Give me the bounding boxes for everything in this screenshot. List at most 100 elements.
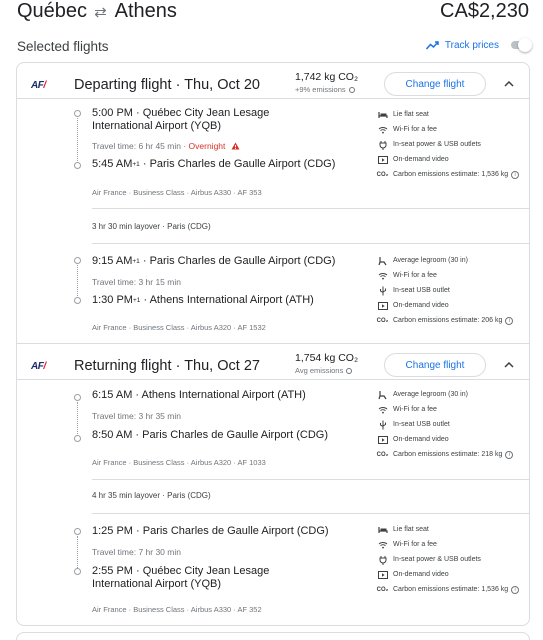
- co2-icon: CO₂: [376, 171, 389, 178]
- amenity-item: Wi-Fi for a fee: [377, 402, 537, 417]
- divider: [92, 243, 529, 244]
- info-icon[interactable]: i: [511, 585, 520, 594]
- track-prices[interactable]: Track prices: [425, 38, 533, 52]
- route-title: Québec ⇄ Athens: [17, 0, 177, 23]
- lie-flat-seat-icon: [377, 524, 388, 535]
- amenity-item: Average legroom (30 in): [377, 387, 537, 402]
- leg-duration: Travel time: 3 hr 15 min: [92, 277, 181, 287]
- video-icon: [377, 300, 388, 311]
- amenity-item: Wi-Fi for a fee: [377, 122, 537, 137]
- power-outlet-icon: [377, 139, 388, 150]
- leg-duration: Travel time: 7 hr 30 min: [92, 547, 181, 557]
- amenities-list: Average legroom (30 in) Wi-Fi for a fee …: [377, 387, 537, 462]
- air-france-logo: AF/: [31, 361, 46, 372]
- info-icon[interactable]: i: [505, 316, 514, 325]
- divider: [92, 479, 529, 480]
- leg-duration: Travel time: 3 hr 35 min: [92, 411, 181, 421]
- amenity-item: In-seat USB outlet: [377, 283, 537, 298]
- collapse-chevron-icon[interactable]: [500, 75, 518, 93]
- selected-flights-header: Selected flights Track prices: [17, 37, 533, 57]
- trip-header: Québec ⇄ Athens CA$2,230: [0, 0, 543, 30]
- amenities-list: Lie flat seat Wi-Fi for a fee In-seat po…: [377, 107, 537, 182]
- arrival-dot: [74, 162, 81, 169]
- info-icon[interactable]: [346, 367, 353, 374]
- divider: [17, 343, 529, 344]
- info-icon[interactable]: i: [511, 170, 520, 179]
- destination-city: Athens: [114, 0, 177, 22]
- route-line: [77, 118, 78, 163]
- leg-departure: 9:15 AM+1 · Paris Charles de Gaulle Airp…: [92, 255, 336, 267]
- divider: [17, 379, 529, 380]
- amenity-item: CO₂ Carbon emissions estimate: 1,536 kg i: [377, 582, 537, 597]
- route-line: [77, 402, 78, 436]
- emissions-value: 1,754 kg CO₂: [295, 352, 359, 364]
- wifi-icon: [377, 404, 388, 415]
- co2-icon: CO₂: [376, 586, 389, 593]
- amenity-item: Average legroom (30 in): [377, 253, 537, 268]
- collapse-chevron-icon[interactable]: [500, 356, 518, 374]
- departure-dot: [74, 257, 81, 264]
- video-icon: [377, 434, 388, 445]
- departure-dot: [74, 110, 81, 117]
- air-france-logo: AF/: [31, 80, 46, 91]
- emissions-value: 1,742 kg CO₂: [295, 71, 359, 83]
- departure-dot: [74, 394, 81, 401]
- change-departing-flight-button[interactable]: Change flight: [384, 72, 486, 96]
- divider: [17, 98, 529, 99]
- amenity-item: CO₂ Carbon emissions estimate: 1,536 kg i: [377, 167, 537, 182]
- arrival-dot: [74, 435, 81, 442]
- toggle-knob: [518, 38, 532, 52]
- amenity-item: In-seat USB outlet: [377, 417, 537, 432]
- departing-emissions: 1,742 kg CO₂ +9% emissions: [295, 71, 358, 94]
- origin-city: Québec: [17, 0, 88, 22]
- legroom-icon: [377, 389, 388, 400]
- legroom-icon: [377, 255, 388, 266]
- overnight-label: Overnight: [188, 141, 226, 151]
- layover-info: 3 hr 30 min layover · Paris (CDG): [92, 222, 211, 231]
- layover-info: 4 hr 35 min layover · Paris (CDG): [92, 491, 211, 500]
- lie-flat-seat-icon: [377, 109, 388, 120]
- divider: [92, 513, 529, 514]
- usb-icon: [377, 285, 388, 296]
- next-panel-edge: [16, 632, 530, 640]
- info-icon[interactable]: i: [505, 450, 514, 459]
- leg-departure: 5:00 PM · Québec City Jean Lesage Intern…: [92, 107, 270, 132]
- amenity-item: Wi-Fi for a fee: [377, 537, 537, 552]
- amenity-item: On-demand video: [377, 298, 537, 313]
- leg-details: Air France · Business Class · Airbus A32…: [92, 458, 266, 467]
- departing-flight-title: Departing flight · Thu, Oct 20: [74, 77, 260, 93]
- co2-icon: CO₂: [376, 451, 389, 458]
- amenity-item: In-seat power & USB outlets: [377, 137, 537, 152]
- amenity-item: Lie flat seat: [377, 107, 537, 122]
- arrival-dot: [74, 297, 81, 304]
- trending-icon: [425, 40, 439, 49]
- info-icon[interactable]: [348, 86, 355, 93]
- route-line: [77, 536, 78, 570]
- amenity-item: In-seat power & USB outlets: [377, 552, 537, 567]
- wifi-icon: [377, 124, 388, 135]
- co2-icon: CO₂: [376, 317, 389, 324]
- emissions-note: +9% emissions: [295, 85, 358, 94]
- amenity-item: On-demand video: [377, 432, 537, 447]
- amenity-item: CO₂ Carbon emissions estimate: 206 kg i: [377, 313, 537, 328]
- emissions-note: Avg emissions: [295, 366, 358, 375]
- leg-arrival: 5:45 AM+1 · Paris Charles de Gaulle Airp…: [92, 158, 336, 170]
- leg-departure: 6:15 AM · Athens International Airport (…: [92, 389, 306, 401]
- change-returning-flight-button[interactable]: Change flight: [384, 353, 486, 377]
- leg-details: Air France · Business Class · Airbus A33…: [92, 605, 262, 614]
- video-icon: [377, 569, 388, 580]
- leg-arrival: 2:55 PM · Québec City Jean Lesage Intern…: [92, 565, 270, 590]
- amenity-item: Lie flat seat: [377, 522, 537, 537]
- usb-icon: [377, 419, 388, 430]
- leg-duration: Travel time: 6 hr 45 min · Overnight: [92, 141, 240, 151]
- amenity-item: Wi-Fi for a fee: [377, 268, 537, 283]
- amenities-list: Average legroom (30 in) Wi-Fi for a fee …: [377, 253, 537, 328]
- arrival-dot: [74, 568, 81, 575]
- wifi-icon: [377, 539, 388, 550]
- returning-emissions: 1,754 kg CO₂ Avg emissions: [295, 352, 358, 375]
- leg-details: Air France · Business Class · Airbus A32…: [92, 323, 266, 332]
- amenity-item: On-demand video: [377, 567, 537, 582]
- leg-details: Air France · Business Class · Airbus A33…: [92, 188, 262, 197]
- track-prices-label[interactable]: Track prices: [445, 40, 499, 51]
- track-prices-toggle[interactable]: [509, 38, 533, 52]
